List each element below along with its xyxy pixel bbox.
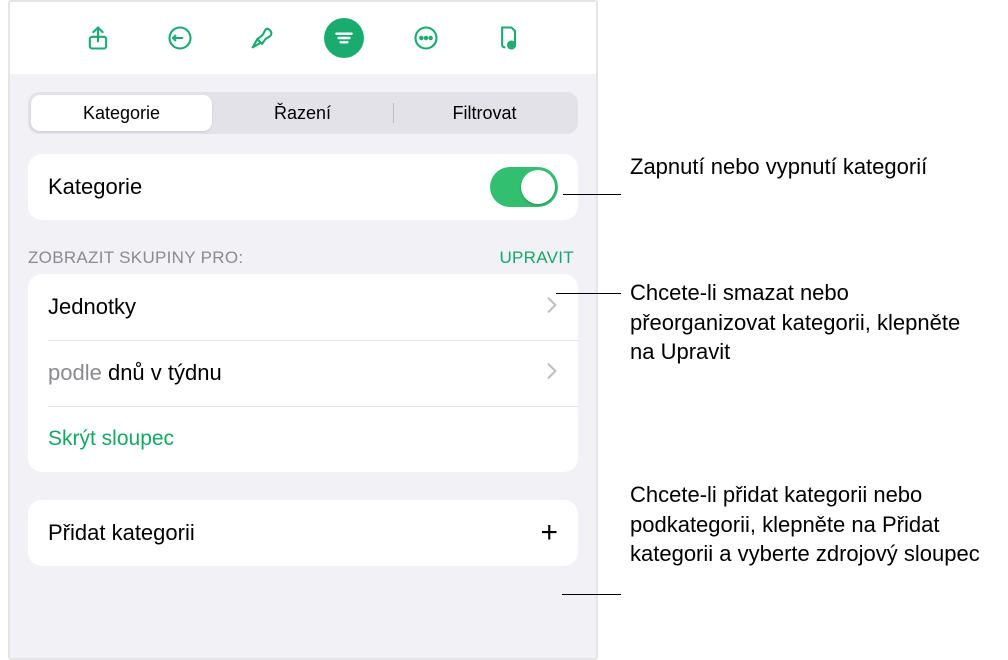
leader-line [562,594,621,595]
add-category-row[interactable]: Přidat kategorii + [28,500,578,566]
document-view-button[interactable] [488,18,528,58]
group-row-units[interactable]: Jednotky [28,274,578,340]
callout-edit: Chcete-li smazat nebo přeorganizovat kat… [630,278,980,367]
format-brush-button[interactable] [242,18,282,58]
leader-line [563,194,621,195]
chevron-right-icon [546,359,558,387]
hide-column-label: Skrýt sloupec [48,427,558,451]
category-toggle[interactable] [490,167,558,207]
tab-sort[interactable]: Řazení [212,95,393,131]
tab-filter[interactable]: Filtrovat [394,95,575,131]
groups-card: Jednotky podle dnů v týdnu Skrýt sloupec [28,274,578,472]
group-row-bydays-value: dnů v týdnu [108,360,222,385]
leader-line [556,293,621,294]
share-button[interactable] [78,18,118,58]
add-category-label: Přidat kategorii [48,520,540,546]
add-category-card: Přidat kategorii + [28,500,578,566]
callout-toggle: Zapnutí nebo vypnutí kategorií [630,152,960,182]
more-button[interactable] [406,18,446,58]
undo-button[interactable] [160,18,200,58]
inspector-panel: Kategorie Řazení Filtrovat Kategorie ZOB… [8,0,598,660]
group-row-bydays-label: podle dnů v týdnu [48,360,546,386]
category-toggle-label: Kategorie [48,174,490,200]
segmented-control: Kategorie Řazení Filtrovat [28,92,578,134]
edit-button[interactable]: UPRAVIT [499,248,578,268]
group-row-units-label: Jednotky [48,294,546,320]
group-row-bydays-prefix: podle [48,360,108,385]
toggle-knob [521,170,555,204]
group-row-bydays[interactable]: podle dnů v týdnu [28,340,578,406]
groups-section-header: ZOBRAZIT SKUPINY PRO: UPRAVIT [28,248,578,268]
organize-button[interactable] [324,18,364,58]
chevron-right-icon [546,293,558,321]
tab-categories[interactable]: Kategorie [31,95,212,131]
category-toggle-row: Kategorie [28,154,578,220]
plus-icon: + [540,524,558,542]
groups-header-label: ZOBRAZIT SKUPINY PRO: [28,248,243,268]
hide-column-row[interactable]: Skrýt sloupec [28,406,578,472]
category-toggle-card: Kategorie [28,154,578,220]
callout-add: Chcete-li přidat kategorii nebo podkateg… [630,480,1000,569]
toolbar [10,2,596,74]
panel-body: Kategorie Řazení Filtrovat Kategorie ZOB… [10,74,596,658]
